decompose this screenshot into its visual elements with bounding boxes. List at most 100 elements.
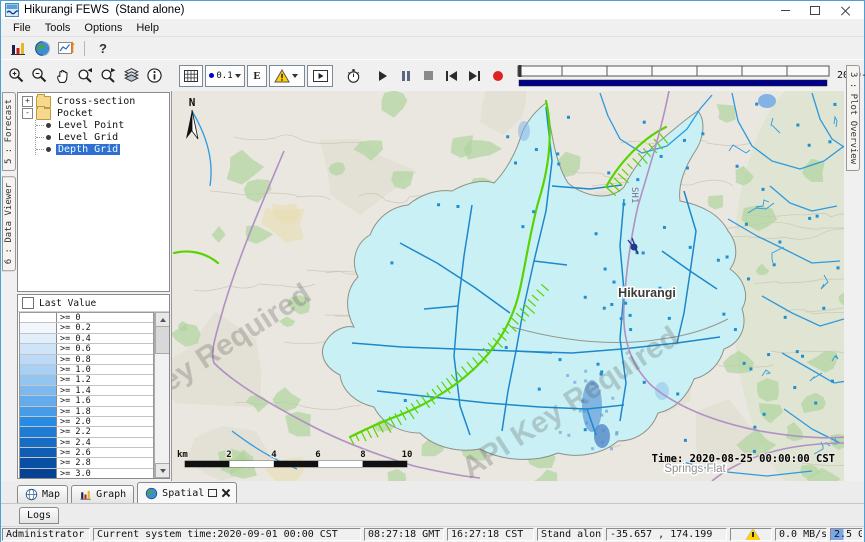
legend-value: >= 0.6 (57, 344, 153, 353)
tab-forecast[interactable]: 5 : Forecast (2, 92, 16, 171)
play-button[interactable] (371, 65, 394, 87)
legend-value: >= 2.2 (57, 427, 153, 436)
tree-node-label-selected[interactable]: Depth Grid (56, 144, 120, 155)
scrollbar-thumb[interactable] (155, 326, 170, 354)
movie-play-icon (312, 68, 329, 84)
map-time-label: Time: 2020-08-25 00:00:00 CST (652, 453, 835, 465)
tree-node-level-point[interactable]: Level Point (36, 120, 169, 132)
legend-swatch (20, 458, 57, 467)
previous-zoom-button[interactable] (74, 65, 97, 87)
tab-graph[interactable]: Graph (71, 485, 134, 503)
step-back-button[interactable] (440, 65, 463, 87)
right-tab-strip: 3 : Plot Overview (844, 91, 864, 481)
timer-settings-button[interactable] (342, 65, 365, 87)
grid-toggle-button[interactable] (179, 65, 203, 87)
map-display-button[interactable] (30, 38, 54, 58)
tab-data-viewer[interactable]: 6 : Data Viewer (2, 176, 16, 271)
scroll-up-button[interactable] (155, 312, 170, 327)
maximize-button[interactable] (800, 2, 830, 18)
legend-header: Last Value (18, 295, 169, 312)
legend-value: >= 1.2 (57, 375, 153, 384)
class-interval-dropdown[interactable]: 0.1 (205, 65, 245, 87)
animation-export-button[interactable] (307, 65, 333, 87)
layer-bullet-icon (46, 147, 51, 152)
menu-help[interactable]: Help (129, 21, 166, 35)
close-icon (841, 6, 850, 15)
restore-tab-icon[interactable] (208, 489, 217, 497)
time-slider[interactable] (517, 63, 831, 89)
legend-value: >= 1.6 (57, 396, 153, 405)
tree-node-level-grid[interactable]: Level Grid (36, 131, 169, 143)
app-window: Hikurangi FEWS (Stand alone) File Tools … (0, 0, 865, 542)
menu-file[interactable]: File (6, 21, 38, 35)
globe-icon (34, 40, 51, 57)
legend-value: >= 0.8 (57, 355, 153, 364)
next-zoom-button[interactable] (97, 65, 120, 87)
zoom-in-button[interactable] (5, 65, 28, 87)
timeseries-display-button[interactable] (54, 38, 78, 58)
menu-tools[interactable]: Tools (38, 21, 78, 35)
legend-row: >= 1.6 (20, 396, 153, 406)
close-button[interactable] (830, 2, 860, 18)
minimize-icon (781, 10, 790, 11)
logs-bar: Logs (1, 503, 864, 526)
expand-toggle-icon[interactable]: + (22, 96, 33, 107)
status-local-time: 16:27:18 CST (447, 528, 534, 541)
legend-scrollbar[interactable] (154, 312, 169, 478)
tree-node-label[interactable]: Level Point (56, 120, 126, 131)
zoom-out-button[interactable] (28, 65, 51, 87)
explorer-button[interactable] (6, 38, 30, 58)
map-view[interactable]: SH1 API Key Required API Key Required Hi… (171, 91, 844, 481)
scroll-down-button[interactable] (155, 463, 170, 478)
tree-node-label[interactable]: Pocket (55, 108, 95, 119)
play-icon (379, 71, 387, 81)
interval-dot-icon (209, 73, 214, 78)
record-button[interactable] (486, 65, 509, 87)
minimize-button[interactable] (770, 2, 800, 18)
tab-map[interactable]: Map (17, 485, 68, 503)
legend-swatch (20, 417, 57, 426)
arrow-up-icon (160, 315, 166, 322)
info-button[interactable] (143, 65, 166, 87)
tree-node-label[interactable]: Level Grid (56, 132, 120, 143)
editor-button[interactable]: E (247, 65, 267, 87)
tree-node-depth-grid[interactable]: Depth Grid (36, 143, 169, 155)
status-throughput: 0.0 MB/s (775, 528, 827, 541)
logs-button[interactable]: Logs (19, 507, 59, 524)
legend-swatch (20, 355, 57, 364)
stop-button[interactable] (417, 65, 440, 87)
layers-button[interactable] (120, 65, 143, 87)
pause-button[interactable] (394, 65, 417, 87)
tab-label: Map (42, 489, 60, 500)
help-button[interactable]: ? (91, 41, 115, 56)
tab-spatial-active[interactable]: Spatial (137, 482, 237, 503)
legend-row: >= 3.0 (20, 469, 153, 478)
view-tab-bar: Map Graph Spatial (1, 481, 864, 503)
menu-options[interactable]: Options (77, 21, 129, 35)
legend-value: >= 1.0 (57, 365, 153, 374)
stop-icon (424, 71, 433, 80)
tree-node-pocket[interactable]: - Pocket (22, 108, 169, 120)
status-warning-indicator[interactable] (730, 528, 772, 541)
layer-tree: + Cross-section - Pocket Level Point (17, 92, 170, 292)
close-tab-icon[interactable] (221, 489, 229, 497)
town-label: Hikurangi (618, 286, 676, 300)
bar-chart-icon (9, 39, 27, 57)
thresholds-dropdown[interactable] (269, 65, 305, 87)
step-forward-button[interactable] (463, 65, 486, 87)
tab-plot-overview[interactable]: 3 : Plot Overview (846, 65, 860, 171)
tree-node-label[interactable]: Cross-section (55, 96, 137, 107)
legend-value: >= 1.8 (57, 407, 153, 416)
editor-label: E (253, 70, 260, 82)
legend-row: >= 0 (20, 313, 153, 323)
status-gmt-time: 08:27:18 GMT (364, 528, 444, 541)
status-system-time: Current system time:2020-09-01 00:00 CST (93, 528, 361, 541)
collapse-toggle-icon[interactable]: - (22, 108, 33, 119)
arrow-down-icon (160, 469, 166, 476)
pan-button[interactable] (51, 65, 74, 87)
info-icon (146, 67, 163, 84)
last-value-checkbox[interactable] (22, 297, 34, 309)
globe-icon (145, 487, 158, 500)
maximize-icon (810, 6, 820, 15)
left-panel: + Cross-section - Pocket Level Point (17, 91, 171, 481)
